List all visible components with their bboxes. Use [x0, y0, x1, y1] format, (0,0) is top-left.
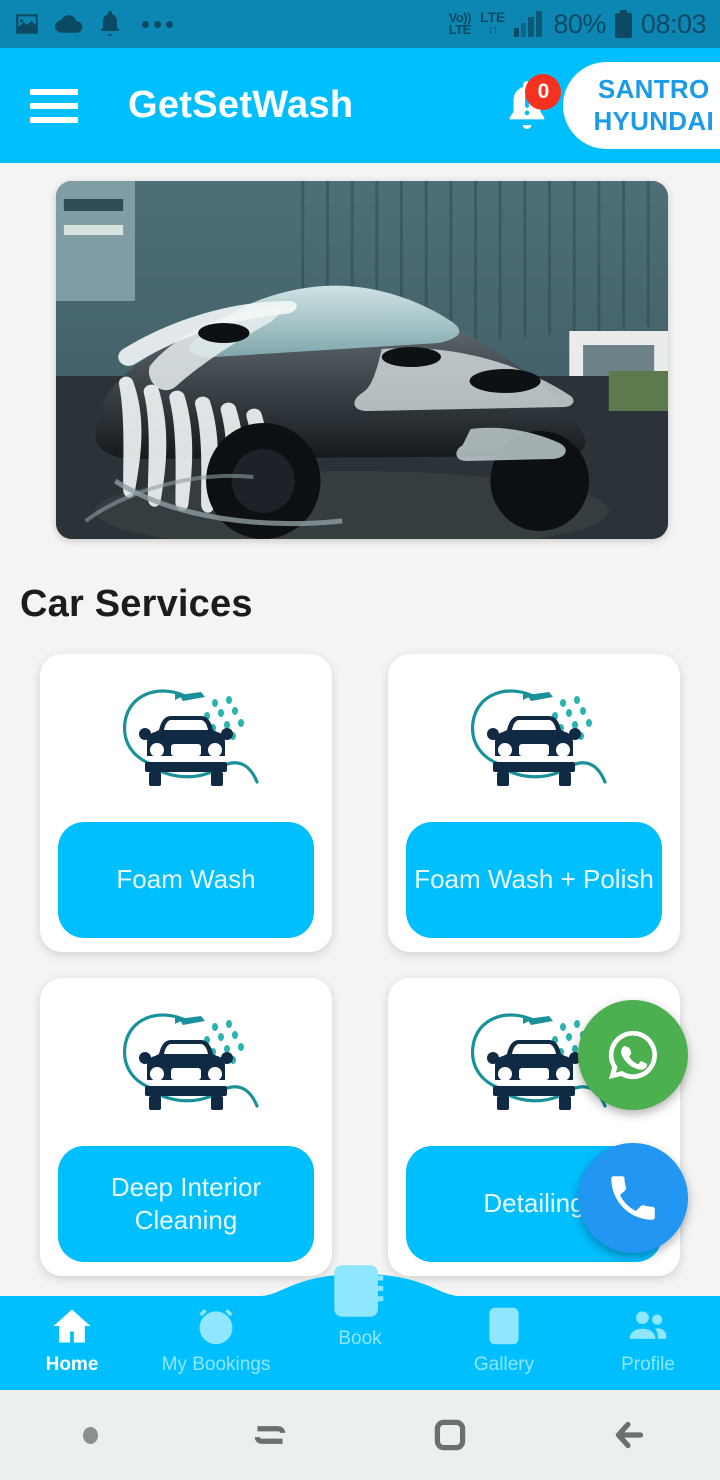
phone-icon [611, 1176, 655, 1220]
people-icon [629, 1311, 667, 1339]
service-card-foam-wash-polish[interactable]: Foam Wash + Polish [388, 654, 680, 952]
vehicle-make: HYUNDAI [593, 105, 714, 136]
nav-label-home: Home [45, 1354, 99, 1375]
recents-button[interactable] [180, 1414, 360, 1456]
car-wash-icon [449, 678, 619, 806]
sidebar-item-book[interactable]: Book [288, 1260, 432, 1350]
clock-time: 08:03 [640, 8, 707, 39]
bottom-navigation-bar: Home My Bookings Book Gallery Profile [0, 1265, 720, 1390]
android-status-bar: Vo)) LTE LTE ↓↑ 80% 08:03 [0, 0, 720, 48]
android-navigation-bar [0, 1390, 720, 1480]
image-icon [16, 14, 38, 34]
hero-banner-image[interactable] [56, 181, 668, 539]
notebook-icon [334, 1265, 384, 1317]
hamburger-menu-icon[interactable] [30, 88, 78, 123]
battery-icon [614, 10, 632, 38]
whatsapp-fab[interactable] [578, 1000, 688, 1110]
nav-label-profile: Profile [621, 1354, 675, 1375]
dot-indicator [0, 1426, 180, 1444]
app-title: GetSetWash [128, 84, 354, 126]
bell-icon [101, 11, 119, 36]
whatsapp-icon [608, 1030, 657, 1080]
sidebar-item-my-bookings[interactable]: My Bookings [144, 1304, 288, 1376]
home-button[interactable] [360, 1414, 540, 1456]
sidebar-item-gallery[interactable]: Gallery [432, 1304, 576, 1376]
back-arrow-icon [615, 1421, 644, 1449]
vehicle-model: SANTRO [597, 73, 710, 104]
lte-data-indicator: LTE ↓↑ [479, 9, 506, 36]
service-label[interactable]: Foam Wash [58, 822, 314, 938]
vehicle-selector-button[interactable]: SANTRO HYUNDAI [563, 61, 720, 150]
battery-percent: 80% [553, 8, 606, 39]
car-wash-icon [101, 678, 271, 806]
back-button[interactable] [540, 1414, 720, 1456]
recents-icon [254, 1426, 286, 1444]
clock-icon [199, 1308, 233, 1345]
page-title: Car Services [20, 583, 253, 625]
notification-count-badge: 0 [525, 73, 562, 110]
sidebar-item-home[interactable]: Home [0, 1304, 144, 1376]
volte-indicator: Vo)) LTE [448, 10, 472, 37]
more-dots-icon [142, 20, 173, 28]
home-square-icon [434, 1419, 466, 1451]
nav-label-book: Book [338, 1328, 382, 1349]
service-card-deep-interior-cleaning[interactable]: Deep Interior Cleaning [40, 978, 332, 1276]
nav-label-my-bookings: My Bookings [161, 1354, 271, 1375]
notification-bell-button[interactable]: 0 [499, 73, 562, 136]
service-card-foam-wash[interactable]: Foam Wash [40, 654, 332, 952]
service-label[interactable]: Foam Wash + Polish [406, 822, 662, 938]
sidebar-item-profile[interactable]: Profile [576, 1304, 720, 1376]
app-header: GetSetWash 0 SANTRO HYUNDAI [0, 48, 720, 163]
call-fab[interactable] [578, 1143, 688, 1253]
nav-label-gallery: Gallery [473, 1354, 535, 1375]
image-icon [489, 1307, 519, 1345]
home-icon [53, 1309, 91, 1343]
car-wash-icon [101, 1002, 271, 1130]
signal-bars-icon [514, 11, 543, 37]
service-label[interactable]: Deep Interior Cleaning [58, 1146, 314, 1262]
cloud-icon [55, 15, 83, 33]
